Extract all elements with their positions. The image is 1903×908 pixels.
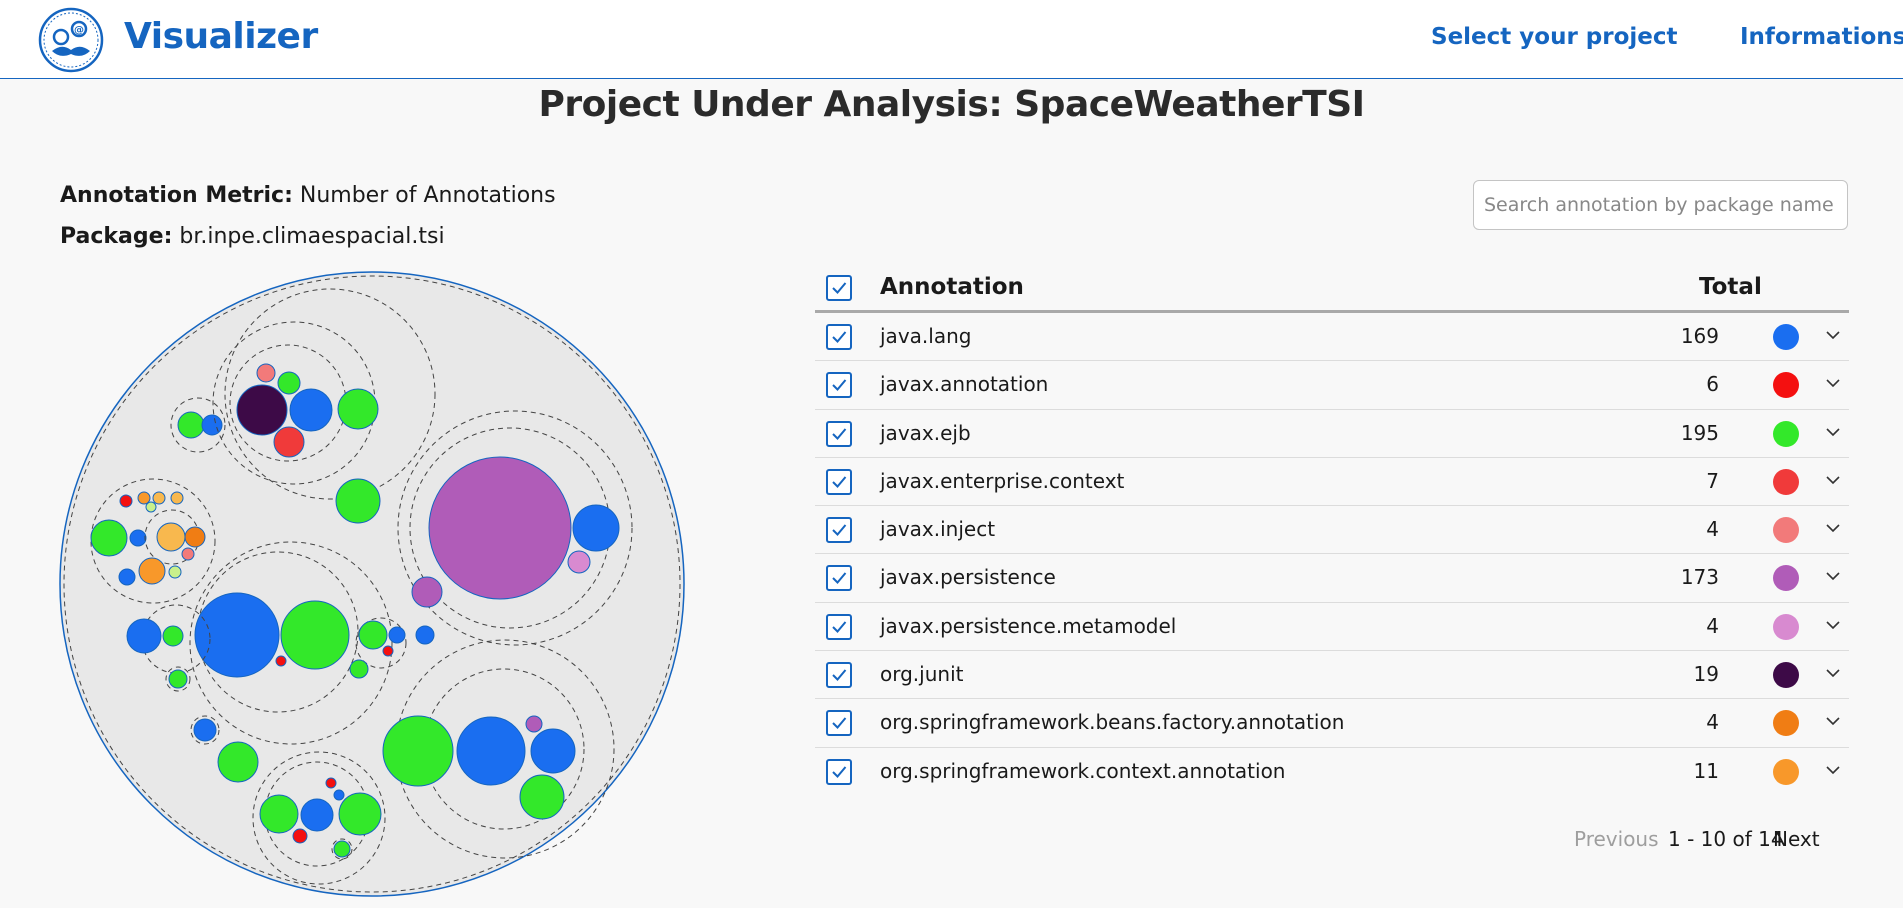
package-info: Package: br.inpe.climaespacial.tsi <box>60 224 445 249</box>
table-row[interactable]: javax.persistence 173 <box>815 554 1849 603</box>
row-checkbox[interactable] <box>826 324 852 350</box>
annotation-table: Annotation Total java.lang 169 javax.ann… <box>815 265 1849 796</box>
row-checkbox[interactable] <box>826 565 852 592</box>
logo-icon[interactable]: @ <box>38 7 104 73</box>
svg-text:@: @ <box>74 25 84 36</box>
previous-page-button[interactable]: Previous <box>1574 827 1659 851</box>
annotation-search-input[interactable] <box>1473 180 1848 230</box>
annotation-name: javax.persistence <box>880 565 1056 590</box>
chevron-down-icon[interactable] <box>1823 615 1843 635</box>
chevron-down-icon[interactable] <box>1823 663 1843 683</box>
annotation-name: org.junit <box>880 662 964 687</box>
table-row[interactable]: org.junit 19 <box>815 651 1849 700</box>
chevron-down-icon[interactable] <box>1823 760 1843 780</box>
annotation-total: 4 <box>1706 613 1719 638</box>
annotation-name: javax.inject <box>880 517 996 542</box>
checkmark-icon <box>832 282 847 294</box>
chevron-down-icon[interactable] <box>1823 711 1843 731</box>
table-row[interactable]: javax.inject 4 <box>815 506 1849 555</box>
checkmark-icon <box>832 717 847 730</box>
chevron-down-icon[interactable] <box>1823 566 1843 586</box>
table-row[interactable]: javax.persistence.metamodel 4 <box>815 603 1849 652</box>
checkmark-icon <box>832 669 847 682</box>
chevron-down-icon[interactable] <box>1823 325 1843 345</box>
total-column-header[interactable]: Total <box>1699 274 1762 300</box>
annotation-metric-info: Annotation Metric: Number of Annotations <box>60 183 556 208</box>
color-swatch[interactable] <box>1773 517 1799 544</box>
select-all-checkbox[interactable] <box>826 275 852 301</box>
checkmark-icon <box>832 379 847 392</box>
color-swatch[interactable] <box>1773 372 1799 399</box>
color-swatch[interactable] <box>1773 420 1799 447</box>
annotation-name: javax.ejb <box>880 420 971 445</box>
chevron-down-icon[interactable] <box>1823 422 1843 442</box>
annotation-name: javax.enterprise.context <box>880 468 1125 493</box>
checkmark-icon <box>832 766 847 778</box>
annotation-total: 4 <box>1706 710 1719 735</box>
row-checkbox[interactable] <box>826 710 852 737</box>
annotation-total: 173 <box>1680 565 1719 590</box>
row-checkbox[interactable] <box>826 517 852 544</box>
checkmark-icon <box>832 621 847 633</box>
row-checkbox[interactable] <box>826 468 852 495</box>
row-checkbox[interactable] <box>826 758 852 785</box>
color-swatch[interactable] <box>1773 710 1799 737</box>
annotation-name: org.springframework.context.annotation <box>880 758 1286 783</box>
table-header-row: Annotation Total <box>815 265 1849 313</box>
checkmark-icon <box>832 572 847 585</box>
annotation-metric-value: Number of Annotations <box>299 183 556 208</box>
next-page-button[interactable]: Next <box>1773 827 1820 851</box>
color-swatch[interactable] <box>1773 565 1799 592</box>
table-row[interactable]: java.lang 169 <box>815 313 1849 362</box>
annotation-total: 7 <box>1706 468 1719 493</box>
package-value: br.inpe.climaespacial.tsi <box>179 224 445 249</box>
annotation-column-header[interactable]: Annotation <box>880 274 1024 300</box>
table-row[interactable]: javax.enterprise.context 7 <box>815 458 1849 507</box>
nav-select-project-link[interactable]: Select your project <box>1431 24 1678 50</box>
color-swatch[interactable] <box>1773 613 1799 640</box>
color-swatch[interactable] <box>1773 468 1799 495</box>
checkmark-icon <box>832 331 847 343</box>
table-row[interactable]: org.springframework.context.annotation 1… <box>815 748 1849 796</box>
page-title: Project Under Analysis: SpaceWeatherTSI <box>538 84 1365 125</box>
color-swatch[interactable] <box>1773 758 1799 785</box>
annotation-metric-label: Annotation Metric: <box>60 183 293 208</box>
nav-informations-link[interactable]: Informations <box>1740 24 1903 50</box>
annotation-total: 169 <box>1680 324 1719 348</box>
color-swatch[interactable] <box>1773 324 1799 350</box>
annotation-name: javax.annotation <box>880 372 1049 397</box>
checkmark-icon <box>832 476 847 488</box>
row-checkbox[interactable] <box>826 662 852 689</box>
annotation-total: 4 <box>1706 517 1719 542</box>
table-row[interactable]: javax.annotation 6 <box>815 361 1849 410</box>
top-navigation-bar: @ Visualizer Select your project Informa… <box>0 0 1903 79</box>
annotation-total: 195 <box>1680 420 1719 445</box>
row-checkbox[interactable] <box>826 420 852 447</box>
row-checkbox[interactable] <box>826 613 852 640</box>
pagination-range: 1 - 10 of 14 <box>1668 827 1784 851</box>
color-swatch[interactable] <box>1773 662 1799 689</box>
annotation-name: org.springframework.beans.factory.annota… <box>880 710 1345 735</box>
table-row[interactable]: org.springframework.beans.factory.annota… <box>815 699 1849 748</box>
app-brand-title[interactable]: Visualizer <box>124 16 318 57</box>
package-label: Package: <box>60 224 173 249</box>
annotation-name: java.lang <box>880 324 972 348</box>
checkmark-icon <box>832 427 847 440</box>
table-row[interactable]: javax.ejb 195 <box>815 410 1849 458</box>
checkmark-icon <box>832 524 847 537</box>
row-checkbox[interactable] <box>826 372 852 399</box>
annotation-total: 6 <box>1706 372 1719 397</box>
chevron-down-icon[interactable] <box>1823 470 1843 490</box>
chevron-down-icon[interactable] <box>1823 518 1843 538</box>
chevron-down-icon[interactable] <box>1823 373 1843 393</box>
annotation-total: 19 <box>1693 662 1719 687</box>
annotation-name: javax.persistence.metamodel <box>880 613 1177 638</box>
annotation-circle-packing-chart[interactable] <box>58 270 686 898</box>
annotation-total: 11 <box>1693 758 1719 783</box>
